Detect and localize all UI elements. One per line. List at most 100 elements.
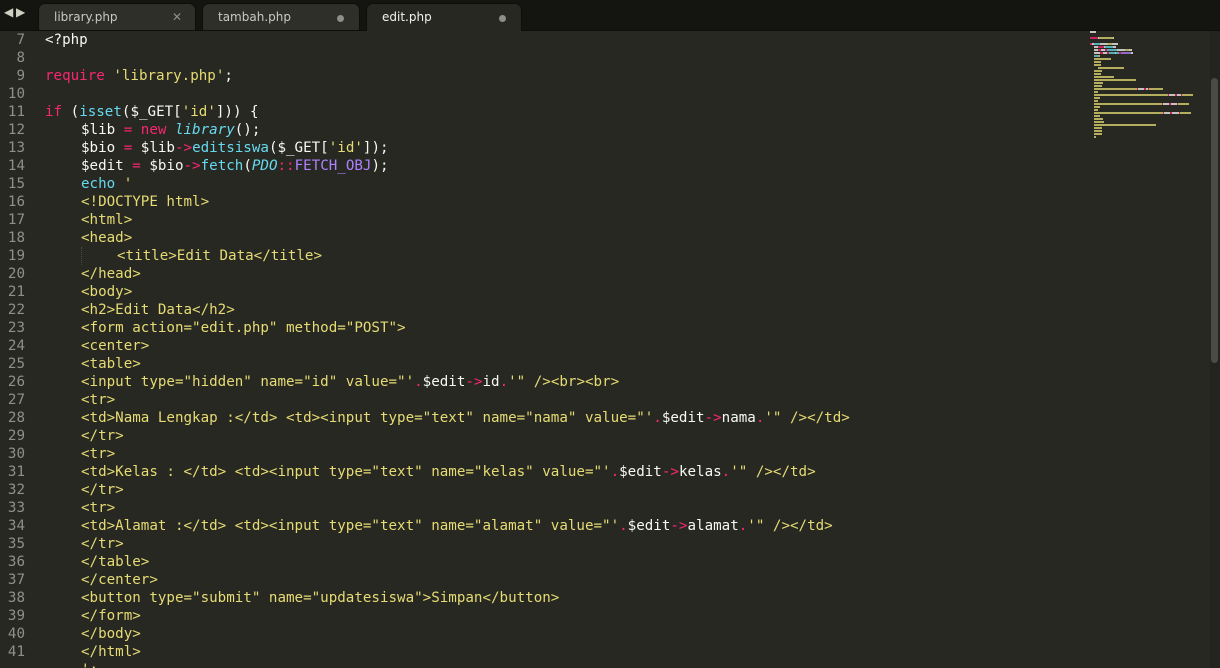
code-line[interactable]: 18 <head>	[0, 229, 1085, 247]
minimap-segment	[1178, 103, 1189, 105]
minimap-line	[1088, 34, 1208, 36]
minimap-segment	[1098, 67, 1124, 69]
code-line[interactable]: 8	[0, 49, 1085, 67]
code-token: =	[115, 140, 141, 156]
minimap-segment	[1117, 49, 1125, 51]
minimap-line	[1088, 85, 1208, 87]
line-number: 28	[7, 410, 25, 426]
code-token: editsiswa	[192, 140, 269, 156]
code-token: .	[619, 518, 628, 534]
code-line[interactable]: 14 $edit = $bio->fetch(PDO::FETCH_OBJ);	[0, 157, 1085, 175]
minimap-segment	[1182, 94, 1193, 96]
unsaved-dot-icon[interactable]	[499, 15, 506, 22]
code-text: <td>Kelas : </td> <td><input type="text"…	[81, 463, 816, 481]
code-line[interactable]: 7 <?php	[0, 31, 1085, 49]
code-line[interactable]: 35 </tr>	[0, 535, 1085, 553]
code-editor[interactable]: 7 <?php 8 9 require 'library.php'; 10 11 if (is…	[0, 31, 1085, 668]
line-number: 10	[7, 86, 25, 102]
code-line[interactable]: 11 if (isset($_GET['id'])) {	[0, 103, 1085, 121]
code-line[interactable]: 15 echo '	[0, 175, 1085, 193]
minimap-line	[1088, 127, 1208, 129]
tab-tambah-php[interactable]: tambah.php	[202, 3, 360, 30]
code-line[interactable]: 23 <form action="edit.php" method="POST">	[0, 319, 1085, 337]
code-line[interactable]: 31 <td>Kelas : </td> <td><input type="tex…	[0, 463, 1085, 481]
minimap-segment	[1094, 112, 1163, 114]
minimap-segment	[1113, 46, 1116, 48]
code-line[interactable]: 30 <tr>	[0, 445, 1085, 463]
code-token: library	[174, 122, 235, 138]
code-text: </table>	[81, 553, 149, 571]
minimap-segment	[1094, 103, 1162, 105]
code-token: <input type="hidden" name="id" value="'	[81, 374, 415, 390]
scrollbar[interactable]	[1210, 31, 1220, 668]
code-line[interactable]: 17 <html>	[0, 211, 1085, 229]
code-line[interactable]: 20 </head>	[0, 265, 1085, 283]
code-line[interactable]: 41 </html>	[0, 643, 1085, 661]
code-line[interactable]: ';	[0, 661, 1085, 668]
minimap-line	[1088, 31, 1208, 33]
code-token: 'library.php'	[113, 68, 225, 84]
code-token: $bio	[81, 140, 116, 156]
code-line[interactable]: 34 <td>Alamat :</td> <td><input type="tex…	[0, 517, 1085, 535]
nav-forward-icon[interactable]: ▶	[16, 5, 25, 19]
code-line[interactable]: 9 require 'library.php';	[0, 67, 1085, 85]
code-line[interactable]: 29 </tr>	[0, 427, 1085, 445]
minimap-line	[1088, 121, 1208, 123]
code-text: <tr>	[81, 391, 115, 409]
minimap-line	[1088, 124, 1208, 126]
code-token: <title>Edit Data</title>	[117, 248, 322, 264]
code-line[interactable]: 22 <h2>Edit Data</h2>	[0, 301, 1085, 319]
code-token: ;	[224, 68, 233, 84]
code-line[interactable]: 39 </form>	[0, 607, 1085, 625]
code-line[interactable]: 36 </table>	[0, 553, 1085, 571]
close-icon[interactable]: ✕	[172, 10, 182, 24]
line-number: 21	[7, 284, 25, 300]
minimap-line	[1088, 82, 1208, 84]
line-number: 34	[7, 518, 25, 534]
scrollbar-thumb[interactable]	[1211, 78, 1218, 363]
code-token: $edit	[627, 518, 671, 534]
code-line[interactable]: 33 <tr>	[0, 499, 1085, 517]
tab-library-php[interactable]: library.php ✕	[38, 3, 196, 30]
line-number: 31	[7, 464, 25, 480]
code-line[interactable]: 32 </tr>	[0, 481, 1085, 499]
code-line[interactable]: 24 <center>	[0, 337, 1085, 355]
code-line[interactable]: 40 </body>	[0, 625, 1085, 643]
line-number: 12	[7, 122, 25, 138]
line-number: 32	[7, 482, 25, 498]
code-line[interactable]: 27 <tr>	[0, 391, 1085, 409]
code-token: .	[499, 374, 509, 390]
minimap-segment	[1180, 112, 1191, 114]
code-token: =	[123, 158, 150, 174]
code-text: <tr>	[81, 499, 115, 517]
line-number: 11	[7, 104, 25, 120]
unsaved-dot-icon[interactable]	[337, 15, 344, 22]
code-line[interactable]: 25 <table>	[0, 355, 1085, 373]
code-token: ->	[183, 158, 201, 174]
code-line[interactable]: 37 </center>	[0, 571, 1085, 589]
minimap-segment	[1107, 49, 1117, 51]
nav-back-icon[interactable]: ◀	[4, 5, 13, 19]
tab-edit-php[interactable]: edit.php	[366, 3, 522, 31]
code-token: fetch	[200, 158, 244, 174]
code-line[interactable]: 16 <!DOCTYPE html>	[0, 193, 1085, 211]
code-line[interactable]: 19 <title>Edit Data</title>	[0, 247, 1085, 265]
minimap-segment	[1112, 43, 1118, 45]
code-line[interactable]: 28 <td>Nama Lengkap :</td> <td><input typ…	[0, 409, 1085, 427]
code-token: <!DOCTYPE html>	[81, 194, 210, 210]
code-text: <head>	[81, 229, 132, 247]
code-token: $edit	[619, 464, 662, 480]
code-line[interactable]: 10	[0, 85, 1085, 103]
code-line[interactable]: 12 $lib = new library();	[0, 121, 1085, 139]
line-number: 29	[7, 428, 25, 444]
code-line[interactable]: 21 <body>	[0, 283, 1085, 301]
code-token: nama	[721, 410, 756, 426]
code-line[interactable]: 26 <input type="hidden" name="id" value="…	[0, 373, 1085, 391]
code-text: <form action="edit.php" method="POST">	[81, 319, 406, 337]
code-line[interactable]: 13 $bio = $lib->editsiswa($_GET['id']);	[0, 139, 1085, 157]
code-token: (	[243, 158, 252, 174]
code-line[interactable]: 38 <button type="submit" name="updatesisw…	[0, 589, 1085, 607]
code-token: (	[62, 104, 80, 120]
minimap[interactable]	[1088, 31, 1208, 151]
